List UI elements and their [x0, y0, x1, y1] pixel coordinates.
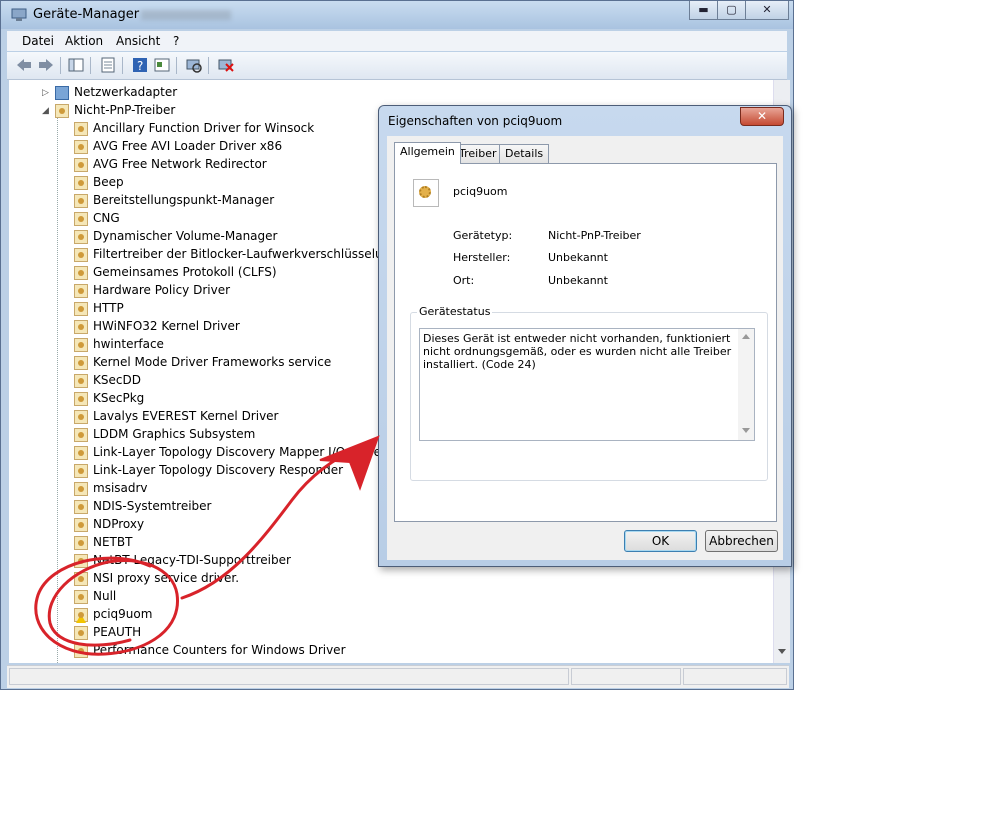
tab-allgemein[interactable]: Allgemein: [394, 142, 461, 164]
red-annotation-overlay: [34, 435, 380, 656]
red-arrow-annotation: [180, 444, 364, 600]
red-arrowhead-annotation: [319, 435, 380, 491]
red-circle-annotation: [34, 556, 179, 656]
